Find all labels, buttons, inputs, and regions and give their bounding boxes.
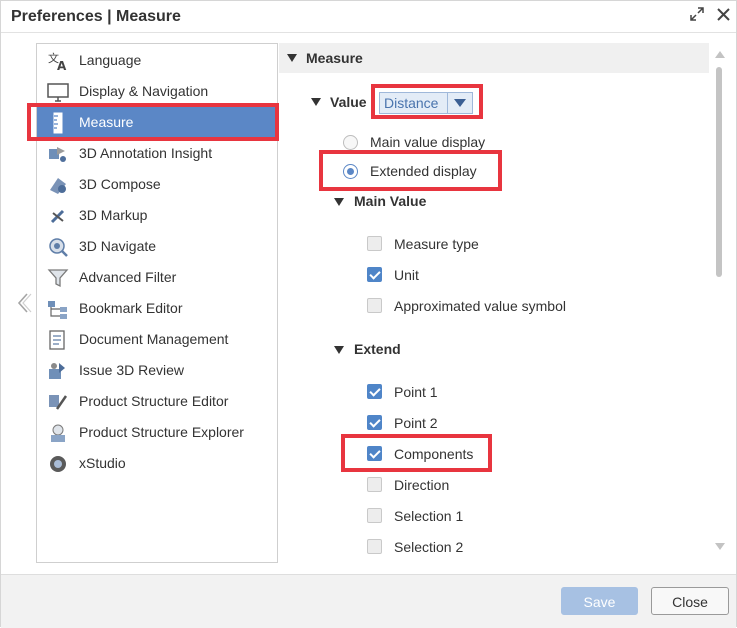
checkbox-point-1[interactable] <box>367 384 382 399</box>
nav-label: Document Management <box>79 331 229 347</box>
nav-item-3d-navigate[interactable]: 3D Navigate <box>37 231 277 262</box>
save-button[interactable]: Save <box>561 587 638 615</box>
nav-label: Language <box>79 52 142 68</box>
nav-item-3d-markup[interactable]: 3D Markup <box>37 200 277 231</box>
checkbox-label: Measure type <box>394 236 479 252</box>
nav-label: xStudio <box>79 455 126 471</box>
ruler-icon <box>47 112 69 134</box>
checkbox-point-2[interactable] <box>367 415 382 430</box>
nav-label: 3D Compose <box>79 176 161 192</box>
checkbox-label: Point 1 <box>394 384 438 400</box>
section-title: Measure <box>306 50 363 66</box>
navigate-icon <box>47 236 69 258</box>
dialog-title: Preferences | Measure <box>11 8 181 25</box>
nav-item-product-structure-editor[interactable]: Product Structure Editor <box>37 386 277 417</box>
dialog-footer: Save Close <box>1 574 736 628</box>
document-icon <box>47 329 69 351</box>
preferences-nav-list: 文A Language Display & Navigation Measure… <box>36 43 278 563</box>
filter-icon <box>47 267 69 289</box>
nav-item-document-management[interactable]: Document Management <box>37 324 277 355</box>
scrollbar-thumb[interactable] <box>716 67 722 277</box>
nav-label: Bookmark Editor <box>79 300 183 316</box>
value-dropdown[interactable]: Distance <box>379 92 473 114</box>
compose-icon <box>47 174 69 196</box>
checkbox-approximated-value-symbol[interactable] <box>367 298 382 313</box>
nav-label: Product Structure Explorer <box>79 424 244 440</box>
preferences-dialog: Preferences | Measure 文A Language Displa… <box>0 0 737 628</box>
language-icon: 文A <box>47 50 69 73</box>
structure-editor-icon <box>47 391 69 413</box>
nav-label: Product Structure Editor <box>79 393 229 409</box>
extend-triangle-icon[interactable] <box>334 346 344 354</box>
nav-item-3d-annotation-insight[interactable]: 3D Annotation Insight <box>37 138 277 169</box>
checkbox-selection-1[interactable] <box>367 508 382 523</box>
checkbox-components[interactable] <box>367 446 382 461</box>
svg-text:A: A <box>57 59 67 72</box>
collapse-nav-chevron-left-icon[interactable] <box>13 291 35 315</box>
title-separator <box>1 32 736 33</box>
nav-label: Measure <box>79 114 134 130</box>
section-header-measure[interactable]: Measure <box>279 43 709 73</box>
checkbox-label: Selection 1 <box>394 508 464 524</box>
checkbox-label: Approximated value symbol <box>394 298 566 314</box>
checkbox-measure-type[interactable] <box>367 236 382 251</box>
radio-main-value-display[interactable] <box>343 135 358 150</box>
close-button[interactable]: Close <box>651 587 729 615</box>
checkbox-label: Direction <box>394 477 450 493</box>
nav-label: Display & Navigation <box>79 83 209 99</box>
nav-label: Advanced Filter <box>79 269 177 285</box>
value-dropdown-text: Distance <box>384 95 439 111</box>
checkbox-label: Point 2 <box>394 415 438 431</box>
checkbox-direction[interactable] <box>367 477 382 492</box>
annotation-icon <box>47 143 69 165</box>
scroll-up-icon[interactable] <box>715 51 725 58</box>
value-label: Value <box>330 94 367 110</box>
nav-item-display-navigation[interactable]: Display & Navigation <box>37 76 277 107</box>
nav-label: 3D Markup <box>79 207 148 223</box>
checkbox-label: Unit <box>394 267 419 283</box>
value-triangle-icon <box>311 98 321 106</box>
main-value-triangle-icon[interactable] <box>334 198 344 206</box>
radio-label: Extended display <box>370 163 477 179</box>
nav-item-issue-3d-review[interactable]: Issue 3D Review <box>37 355 277 386</box>
scroll-down-icon[interactable] <box>715 543 725 550</box>
panel-scrollbar[interactable] <box>711 43 727 561</box>
dropdown-arrow-icon[interactable] <box>447 93 472 113</box>
monitor-icon <box>47 81 69 103</box>
nav-item-xstudio[interactable]: xStudio <box>37 448 277 479</box>
measure-settings-panel: Measure Value Distance Main value displa… <box>279 43 711 561</box>
radio-label: Main value display <box>370 134 486 150</box>
checkbox-label: Components <box>394 446 474 462</box>
nav-label: 3D Navigate <box>79 238 157 254</box>
nav-item-bookmark-editor[interactable]: Bookmark Editor <box>37 293 277 324</box>
checkbox-selection-2[interactable] <box>367 539 382 554</box>
bookmark-icon <box>47 298 69 320</box>
title-bar: Preferences | Measure <box>1 1 736 32</box>
close-icon[interactable] <box>713 7 733 27</box>
xstudio-icon <box>47 453 69 475</box>
checkbox-unit[interactable] <box>367 267 382 282</box>
nav-item-language[interactable]: 文A Language <box>37 45 277 76</box>
structure-explorer-icon <box>47 422 69 444</box>
nav-item-advanced-filter[interactable]: Advanced Filter <box>37 262 277 293</box>
nav-item-measure[interactable]: Measure <box>37 107 277 138</box>
markup-icon <box>47 205 69 227</box>
nav-item-product-structure-explorer[interactable]: Product Structure Explorer <box>37 417 277 448</box>
expand-icon[interactable] <box>687 7 707 27</box>
issue-review-icon <box>47 360 69 382</box>
checkbox-label: Selection 2 <box>394 539 464 555</box>
nav-item-3d-compose[interactable]: 3D Compose <box>37 169 277 200</box>
nav-label: 3D Annotation Insight <box>79 145 213 161</box>
nav-label: Issue 3D Review <box>79 362 185 378</box>
extend-title: Extend <box>354 341 401 357</box>
collapse-triangle-icon <box>287 54 297 62</box>
main-value-title: Main Value <box>354 193 427 209</box>
radio-extended-display[interactable] <box>343 164 358 179</box>
